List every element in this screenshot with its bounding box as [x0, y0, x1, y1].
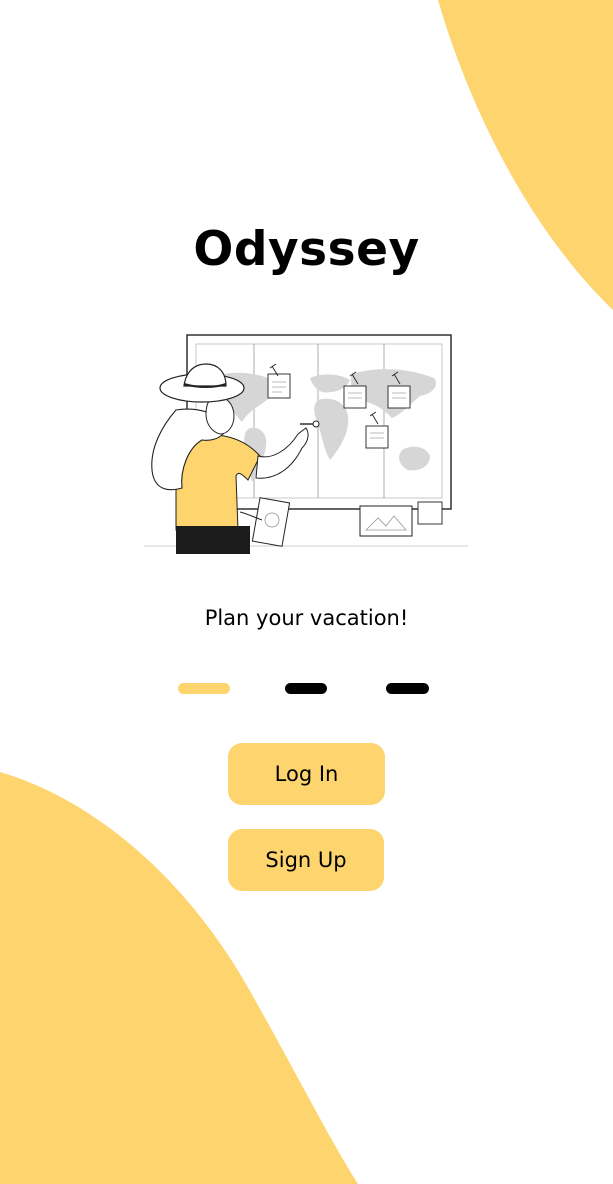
travel-planning-illustration — [144, 334, 468, 554]
app-title: Odyssey — [193, 222, 420, 277]
tagline: Plan your vacation! — [204, 606, 409, 630]
signup-button[interactable]: Sign Up — [228, 829, 384, 891]
page-indicator-2[interactable] — [285, 683, 327, 694]
page-indicator-1[interactable] — [178, 683, 230, 694]
decorative-blobs — [0, 0, 613, 1184]
page-indicator-3[interactable] — [386, 683, 429, 694]
login-button[interactable]: Log In — [228, 743, 385, 805]
photo-frame — [359, 505, 413, 537]
onboarding-screen: Odyssey Plan your vacation! Log In Sign … — [0, 0, 613, 1184]
